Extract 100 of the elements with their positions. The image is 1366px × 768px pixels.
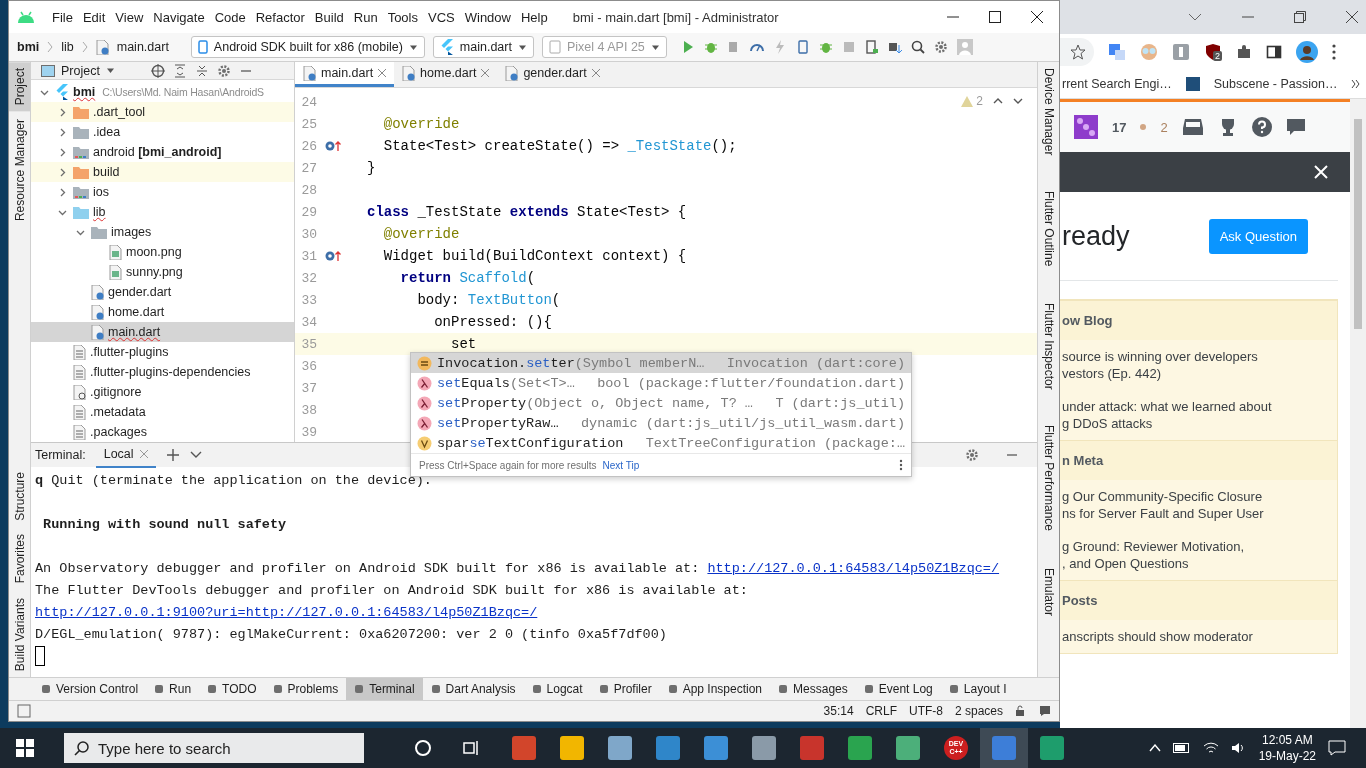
clock[interactable]: 12:05 AM 19-May-22 — [1258, 732, 1316, 764]
tool-window-button[interactable]: Dart Analysis — [422, 678, 524, 700]
post-link[interactable]: g Our Community-Specific Closure ns for Server Fault and Super User — [1060, 480, 1337, 530]
chevron-down-icon[interactable] — [1013, 97, 1023, 105]
close-icon[interactable] — [1031, 11, 1043, 23]
tool-window-tab[interactable]: Project — [9, 62, 30, 112]
star-icon[interactable] — [1070, 44, 1086, 60]
side-panel-icon[interactable] — [1266, 44, 1282, 60]
chevron-down-icon[interactable] — [189, 451, 202, 459]
menu-item[interactable]: File — [47, 9, 78, 25]
post-link[interactable]: source is winning over developers vestors (Ep. 442) — [1060, 340, 1337, 390]
double-chevron-icon[interactable] — [1351, 79, 1362, 89]
scrollbar[interactable] — [1350, 99, 1366, 728]
tool-window-button[interactable]: Terminal — [346, 678, 423, 700]
settings-icon[interactable] — [216, 63, 231, 78]
menu-item[interactable]: Edit — [77, 9, 111, 25]
inbox-icon[interactable] — [1181, 118, 1204, 136]
next-tip-link[interactable]: Next Tip — [602, 459, 640, 471]
tool-window-tab[interactable]: Structure — [9, 465, 30, 527]
puzzle-icon[interactable] — [1236, 44, 1252, 60]
completion-item[interactable]: sparseTextConfiguration TextTreeConfiguration (package:… — [411, 433, 911, 453]
breadcrumb[interactable]: main.dart — [116, 40, 169, 54]
cortana-icon[interactable] — [414, 739, 432, 757]
collapse-all-icon[interactable] — [194, 63, 209, 78]
more-icon[interactable] — [1332, 44, 1336, 60]
menu-item[interactable]: Window — [459, 9, 516, 25]
tree-item[interactable]: build — [31, 162, 294, 182]
tool-window-button[interactable]: Run — [146, 678, 200, 700]
more-icon[interactable] — [899, 459, 903, 471]
notification-icon[interactable] — [1039, 705, 1051, 717]
post-link[interactable]: g Ground: Reviewer Motivation, , and Open Questions — [1060, 530, 1337, 580]
bookmark[interactable]: Subscene - Passion… — [1213, 77, 1338, 91]
chevron-down-icon[interactable] — [1188, 12, 1202, 22]
tree-item[interactable]: lib — [31, 202, 294, 222]
tool-window-button[interactable]: Version Control — [33, 678, 147, 700]
tool-window-button[interactable]: Logcat — [523, 678, 591, 700]
locate-icon[interactable] — [150, 63, 165, 78]
override-marker-icon[interactable] — [325, 250, 341, 262]
chat-icon[interactable] — [1285, 117, 1306, 137]
status-item[interactable]: 35:14 — [823, 704, 854, 718]
tool-window-button[interactable]: Event Log — [855, 678, 941, 700]
tool-window-tab[interactable]: Emulator — [1038, 561, 1059, 622]
menu-item[interactable]: Tools — [382, 9, 423, 25]
tool-window-tab[interactable]: Favorites — [9, 528, 30, 590]
link[interactable]: http://127.0.0.1:64583/l4p50Z1Bzqc=/ — [707, 560, 1000, 576]
menu-item[interactable]: Run — [348, 9, 383, 25]
completion-item[interactable]: setProperty(Object o, Object name, T? … T (dart:js_util) — [411, 393, 911, 413]
tree-item[interactable]: sunny.png — [31, 262, 294, 282]
menu-item[interactable]: VCS — [423, 9, 460, 25]
menu-item[interactable]: Build — [309, 9, 349, 25]
expand-all-icon[interactable] — [172, 63, 187, 78]
file-config-dropdown[interactable]: main.dart — [432, 36, 534, 58]
editor-tab[interactable]: gender.dart — [497, 62, 608, 87]
tree-item[interactable]: images — [31, 222, 294, 242]
completion-item[interactable]: setEquals(Set<T>… bool (package:flutter/foundation.dart) — [411, 373, 911, 393]
tool-window-tab[interactable]: Resource Manager — [9, 113, 30, 228]
tree-item[interactable]: .metadata — [31, 402, 294, 422]
translate-icon[interactable] — [1108, 43, 1126, 61]
tool-window-button[interactable]: Problems — [264, 678, 347, 700]
avatar-icon[interactable] — [1296, 41, 1318, 63]
plus-icon[interactable] — [165, 448, 180, 462]
status-item[interactable]: CRLF — [865, 704, 897, 718]
tool-window-button[interactable]: Messages — [770, 678, 856, 700]
tree-item[interactable]: gender.dart — [31, 282, 294, 302]
tree-item[interactable]: main.dart — [31, 322, 294, 342]
completion-item[interactable]: Invocation.setter(Symbol memberN… Invocation (dart:core) — [411, 353, 911, 373]
close-icon[interactable] — [1346, 11, 1358, 23]
tool-window-button[interactable]: TODO — [199, 678, 265, 700]
tree-item[interactable]: android [bmi_android] — [31, 142, 294, 162]
maximize-icon[interactable] — [989, 11, 1001, 23]
chevron-up-icon[interactable] — [993, 97, 1003, 105]
bookmark[interactable]: rrent Search Engi… — [1062, 77, 1172, 91]
breadcrumb[interactable]: bmi — [17, 40, 40, 54]
settings-icon[interactable] — [965, 448, 979, 462]
windows-start-icon[interactable] — [16, 739, 34, 757]
status-item[interactable]: UTF-8 — [908, 704, 943, 718]
settings-icon[interactable] — [933, 40, 948, 54]
tool-window-tab[interactable]: Flutter Inspector — [1038, 296, 1059, 396]
search-field[interactable]: Type here to search — [64, 733, 364, 763]
tree-item[interactable]: ios — [31, 182, 294, 202]
tool-window-tab[interactable]: Flutter Outline — [1038, 185, 1059, 273]
notification-icon[interactable] — [1328, 740, 1346, 756]
tree-item[interactable]: .dart_tool — [31, 102, 294, 122]
menu-item[interactable]: Navigate — [148, 9, 210, 25]
post-link[interactable]: anscripts should show moderator — [1060, 620, 1337, 653]
link[interactable]: http://127.0.0.1:9100?uri=http://127.0.0.1:64583/l4p50Z1Bzqc=/ — [35, 604, 538, 620]
status-item[interactable]: 2 spaces — [954, 704, 1003, 718]
restore-icon[interactable] — [1294, 11, 1306, 23]
tool-window-tab[interactable]: Flutter Performance — [1038, 419, 1059, 538]
completion-item[interactable]: setPropertyRaw… dynamic (dart:js_util/js_util_wasm.dart) — [411, 413, 911, 433]
run-config-dropdown[interactable]: Android SDK built for x86 (mobile) — [190, 36, 425, 58]
task-view-icon[interactable] — [462, 739, 480, 757]
tool-window-button[interactable]: Profiler — [590, 678, 660, 700]
tree-item[interactable]: bmi C:\Users\Md. Naim Hasan\AndroidS — [31, 82, 294, 102]
tool-window-tab[interactable]: Device Manager — [1038, 62, 1059, 162]
terminal-tab[interactable]: Local — [95, 442, 156, 468]
breadcrumb[interactable]: lib — [61, 40, 74, 54]
tool-window-button[interactable]: App Inspection — [659, 678, 771, 700]
tool-window-tab[interactable]: Build Variants — [9, 591, 30, 677]
menu-item[interactable]: Code — [209, 9, 251, 25]
